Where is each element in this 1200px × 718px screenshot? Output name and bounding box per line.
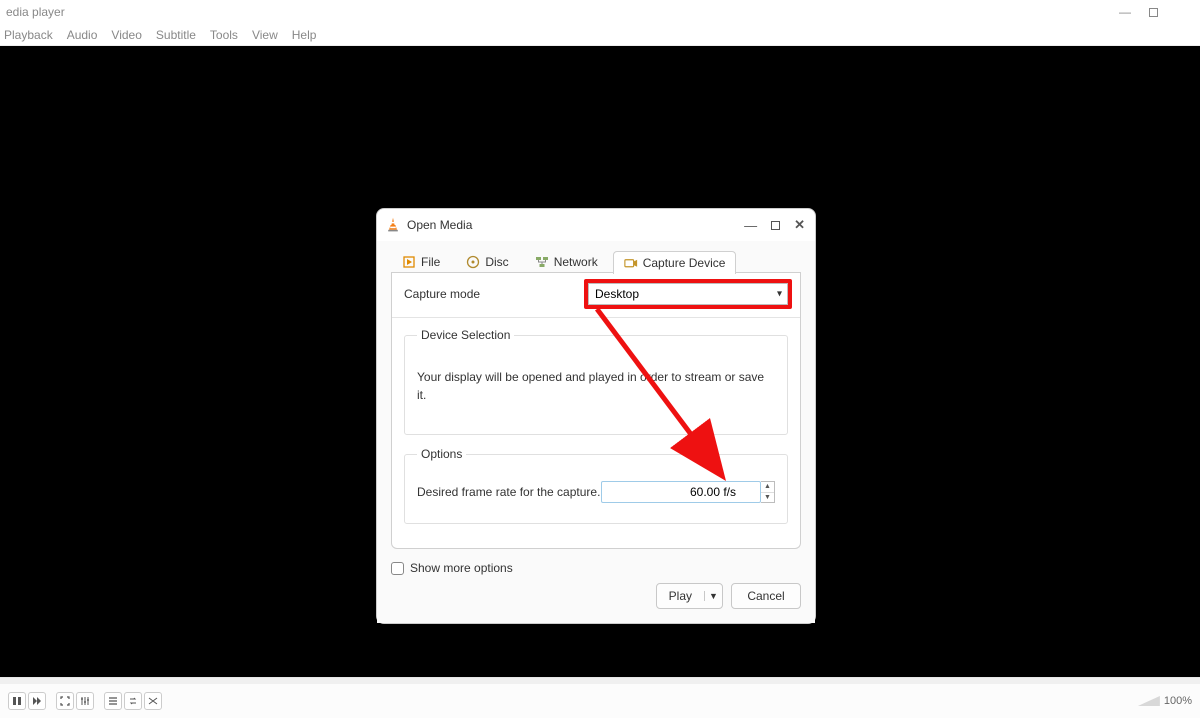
capture-device-pane: Capture mode ▾ Device Selection Your dis… — [391, 273, 801, 549]
dialog-tabs: File Disc Network — [391, 245, 801, 273]
dialog-minimize-icon[interactable]: — — [744, 218, 757, 233]
capture-mode-label: Capture mode — [404, 287, 480, 301]
minimize-icon[interactable]: — — [1119, 6, 1131, 18]
divider — [392, 317, 800, 318]
options-legend: Options — [417, 447, 466, 461]
spin-up-icon[interactable]: ▲ — [761, 482, 774, 493]
volume-percent: 100% — [1164, 695, 1192, 707]
cancel-button-label: Cancel — [747, 589, 784, 603]
fullscreen-button[interactable] — [56, 692, 74, 710]
network-icon — [535, 255, 549, 269]
playlist-button[interactable] — [104, 692, 122, 710]
menu-view[interactable]: View — [252, 28, 278, 42]
device-selection-group: Device Selection Your display will be op… — [404, 328, 788, 435]
seek-bar[interactable] — [0, 678, 1200, 684]
tab-file[interactable]: File — [391, 250, 451, 273]
dialog-titlebar: Open Media — ✕ — [377, 209, 815, 241]
show-more-checkbox[interactable] — [391, 562, 404, 575]
fps-spin-buttons[interactable]: ▲ ▼ — [761, 481, 775, 503]
fps-label: Desired frame rate for the capture. — [417, 485, 600, 499]
menu-playback[interactable]: Playback — [4, 28, 53, 42]
capture-mode-value[interactable] — [588, 283, 788, 305]
device-selection-legend: Device Selection — [417, 328, 514, 342]
loop-button[interactable] — [124, 692, 142, 710]
menu-tools[interactable]: Tools — [210, 28, 238, 42]
menu-subtitle[interactable]: Subtitle — [156, 28, 196, 42]
tab-capture-device[interactable]: Capture Device — [613, 251, 737, 274]
play-button[interactable]: Play ▼ — [656, 583, 723, 609]
disc-icon — [466, 255, 480, 269]
open-media-dialog: Open Media — ✕ File — [376, 208, 816, 624]
tab-file-label: File — [421, 255, 440, 269]
menu-audio[interactable]: Audio — [67, 28, 98, 42]
file-icon — [402, 255, 416, 269]
dialog-title: Open Media — [407, 218, 472, 232]
play-dropdown-icon[interactable]: ▼ — [704, 591, 722, 601]
show-more-options[interactable]: Show more options — [391, 561, 801, 575]
play-button-label: Play — [657, 589, 704, 603]
cancel-button[interactable]: Cancel — [731, 583, 801, 609]
spin-down-icon[interactable]: ▼ — [761, 493, 774, 503]
video-area: Open Media — ✕ File — [0, 46, 1200, 677]
tab-network[interactable]: Network — [524, 250, 609, 273]
shuffle-button[interactable] — [144, 692, 162, 710]
maximize-icon[interactable] — [1149, 8, 1158, 17]
play-pause-button[interactable] — [8, 692, 26, 710]
device-selection-message: Your display will be opened and played i… — [417, 352, 775, 420]
tab-capture-label: Capture Device — [643, 256, 726, 270]
player-controls-bar: 100% — [0, 677, 1200, 718]
ext-settings-button[interactable] — [76, 692, 94, 710]
tab-disc-label: Disc — [485, 255, 508, 269]
next-button[interactable] — [28, 692, 46, 710]
fps-input[interactable] — [601, 481, 761, 503]
tab-network-label: Network — [554, 255, 598, 269]
menu-help[interactable]: Help — [292, 28, 317, 42]
tab-disc[interactable]: Disc — [455, 250, 519, 273]
volume-icon[interactable] — [1138, 696, 1160, 706]
menu-video[interactable]: Video — [111, 28, 141, 42]
capture-device-icon — [624, 256, 638, 270]
window-titlebar: edia player — ✕ — [0, 0, 1200, 24]
dialog-close-icon[interactable]: ✕ — [794, 217, 805, 233]
vlc-cone-icon — [385, 217, 401, 233]
window-title: edia player — [6, 5, 1119, 19]
dialog-maximize-icon[interactable] — [771, 221, 780, 230]
show-more-label: Show more options — [410, 561, 513, 575]
options-group: Options Desired frame rate for the captu… — [404, 447, 788, 524]
menubar: Playback Audio Video Subtitle Tools View… — [0, 24, 1200, 46]
capture-mode-select[interactable]: ▾ — [588, 283, 788, 305]
